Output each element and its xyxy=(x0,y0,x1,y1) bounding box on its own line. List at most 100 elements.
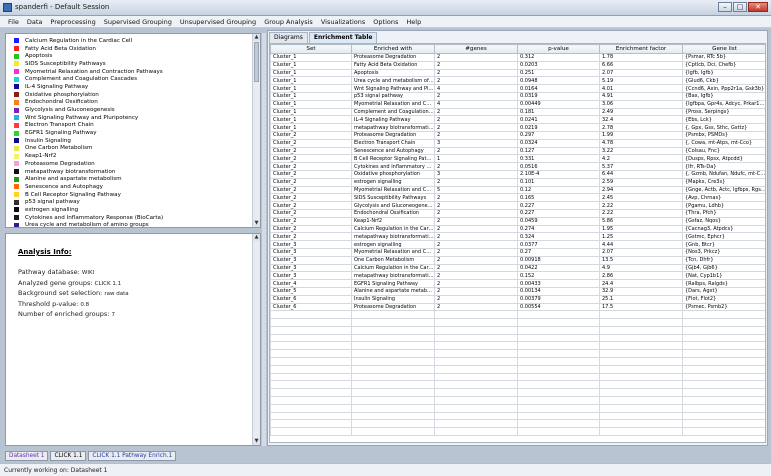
cell-enriched-with[interactable]: metapathway biotransformation xyxy=(351,232,435,242)
column-header-p-value[interactable]: p-value xyxy=(517,44,600,54)
cell-genes[interactable]: 2 xyxy=(434,201,518,210)
table-row[interactable]: Cluster_2 metapathway biotransformation 2 0… xyxy=(270,232,765,242)
cell-enriched-with[interactable]: estrogen signalling xyxy=(351,240,435,249)
cell-gene-list[interactable]: {Pgamu, Ldhb} xyxy=(682,201,765,210)
cell-enrichment-factor[interactable]: 13.5 xyxy=(599,255,683,265)
cell-p-value[interactable]: 0.227 xyxy=(517,208,600,218)
cell-enrichment-factor[interactable]: 2.07 xyxy=(599,247,683,257)
cell-enriched-with[interactable]: Calcium Regulation in the Card... xyxy=(351,263,435,273)
cell-set[interactable]: Cluster_2 xyxy=(270,232,352,242)
cell-enrichment-factor[interactable]: 3.22 xyxy=(599,146,683,156)
cell-genes[interactable]: 2 xyxy=(434,302,518,312)
pathway-list-item[interactable]: Apoptosis xyxy=(6,52,252,60)
cell-set[interactable]: Cluster_1 xyxy=(270,99,352,109)
cell-gene-list[interactable]: {Bax, Igfb} xyxy=(682,91,765,101)
cell-enriched-with[interactable]: Endochondral Ossification xyxy=(351,208,435,218)
cell-enriched-with[interactable]: Proteasome Degradation xyxy=(351,302,435,312)
cell-enrichment-factor[interactable]: 2.49 xyxy=(599,107,683,117)
cell-gene-list[interactable]: {Cacnag3, Atpdcs} xyxy=(682,224,765,234)
cell-enrichment-factor[interactable]: 2.59 xyxy=(599,177,683,187)
table-row[interactable]: Cluster_1 Proteasome Degradation 2 0.312 1.7… xyxy=(270,53,765,62)
cell-genes[interactable]: 2 xyxy=(434,255,518,265)
table-row[interactable]: Cluster_1 Wnt Signaling Pathway and Plur.… xyxy=(270,84,765,93)
pathway-list-item[interactable]: Keap1-Nrf2 xyxy=(6,152,252,160)
cell-gene-list[interactable]: {Psmar, RTc 5b} xyxy=(682,53,765,62)
pathway-list-item[interactable]: Electron Transport Chain xyxy=(6,122,252,130)
cell-genes[interactable]: 2 xyxy=(434,107,518,117)
cell-gene-list[interactable]: {Gjb4, Gjb6} xyxy=(682,263,765,273)
cell-set[interactable]: Cluster_4 xyxy=(270,279,352,288)
cell-p-value[interactable]: 0.0203 xyxy=(517,60,600,70)
cell-enrichment-factor[interactable]: 1.78 xyxy=(599,53,683,62)
cell-enrichment-factor[interactable]: 2.86 xyxy=(599,271,683,281)
table-row[interactable]: Cluster_1 Apoptosis 2 0.251 2.07 {Igfb, Igfb} xyxy=(270,68,765,78)
menu-help[interactable]: Help xyxy=(402,18,425,26)
cell-set[interactable]: Cluster_3 xyxy=(270,247,352,257)
cell-set[interactable]: Cluster_1 xyxy=(270,68,352,78)
table-row[interactable]: Cluster_6 Insulin Signaling 2 0.00379 25.1 {F… xyxy=(270,294,765,304)
table-row[interactable]: Cluster_3 One Carbon Metabolism 2 0.00918 13… xyxy=(270,255,765,265)
cell-genes[interactable]: 3 xyxy=(434,138,518,148)
cell-enrichment-factor[interactable]: 5.19 xyxy=(599,76,683,86)
datasheet-tab[interactable]: Datasheet 1 xyxy=(5,451,49,461)
cell-enriched-with[interactable]: Electron Transport Chain xyxy=(351,138,435,148)
table-row[interactable]: Cluster_6 Proteasome Degradation 2 0.00554 1… xyxy=(270,302,765,312)
cell-set[interactable]: Cluster_2 xyxy=(270,169,352,179)
tab-enrichment-table[interactable]: Enrichment Table xyxy=(308,32,378,43)
maximize-icon[interactable]: □ xyxy=(733,2,747,12)
menu-group-analysis[interactable]: Group Analysis xyxy=(260,18,317,26)
pathway-list-item[interactable]: EGFR1 Signaling Pathway xyxy=(6,129,252,137)
cell-set[interactable]: Cluster_2 xyxy=(270,193,352,203)
pathway-list-item[interactable]: Myometrial Relaxation and Contraction Pa… xyxy=(6,68,252,76)
cell-enrichment-factor[interactable]: 5.86 xyxy=(599,216,683,226)
cell-enrichment-factor[interactable]: 4.91 xyxy=(599,91,683,101)
menu-options[interactable]: Options xyxy=(369,18,402,26)
cell-enrichment-factor[interactable]: 24.4 xyxy=(599,279,683,288)
cell-enrichment-factor[interactable]: 25.1 xyxy=(599,294,683,304)
cell-genes[interactable]: 3 xyxy=(434,169,518,179)
cell-p-value[interactable]: 0.0219 xyxy=(517,123,600,132)
cell-enrichment-factor[interactable]: 2.45 xyxy=(599,193,683,203)
cell-gene-list[interactable]: {Flot, Flot2} xyxy=(682,294,765,304)
cell-p-value[interactable]: 0.101 xyxy=(517,177,600,187)
cell-set[interactable]: Cluster_2 xyxy=(270,162,352,171)
pathway-list-item[interactable]: p53 signal pathway xyxy=(6,198,252,206)
cell-p-value[interactable]: 0.0422 xyxy=(517,263,600,273)
pathway-list-item[interactable]: Complement and Coagulation Cascades xyxy=(6,75,252,83)
cell-p-value[interactable]: 0.27 xyxy=(517,247,600,257)
table-row[interactable]: Cluster_2 estrogen signalling 2 0.101 2.59 {M… xyxy=(270,177,765,187)
cell-set[interactable]: Cluster_2 xyxy=(270,130,352,140)
menu-preprocessing[interactable]: Preprocessing xyxy=(46,18,99,26)
cell-set[interactable]: Cluster_1 xyxy=(270,123,352,132)
cell-enriched-with[interactable]: estrogen signalling xyxy=(351,177,435,187)
datasheet-tab[interactable]: CLICK 1.1 xyxy=(50,451,87,461)
cell-enrichment-factor[interactable]: 2.22 xyxy=(599,208,683,218)
table-row[interactable]: Cluster_1 p53 signal pathway 2 0.0319 4.91 {B… xyxy=(270,91,765,101)
cell-enrichment-factor[interactable]: 1.25 xyxy=(599,232,683,242)
menu-unsupervised-grouping[interactable]: Unsupervised Grouping xyxy=(176,18,260,26)
cell-set[interactable]: Cluster_3 xyxy=(270,263,352,273)
cell-genes[interactable]: 1 xyxy=(434,154,518,164)
cell-gene-list[interactable]: {Gsfaz, Nqos} xyxy=(682,216,765,226)
cell-gene-list[interactable]: {Gstmc, Ephcr} xyxy=(682,232,765,242)
cell-set[interactable]: Cluster_1 xyxy=(270,53,352,62)
cell-p-value[interactable]: 0.00918 xyxy=(517,255,600,265)
table-row[interactable]: Cluster_3 estrogen signalling 2 0.0377 4.44{… xyxy=(270,240,765,249)
menu-data[interactable]: Data xyxy=(23,18,47,26)
cell-enrichment-factor[interactable]: 6.66 xyxy=(599,60,683,70)
table-row[interactable]: Cluster_1 Myometrial Relaxation and Cont.… xyxy=(270,99,765,109)
cell-enriched-with[interactable]: Complement and Coagulation ... xyxy=(351,107,435,117)
cell-enriched-with[interactable]: SIDS Susceptibility Pathways xyxy=(351,193,435,203)
cell-gene-list[interactable]: {Ifr, RTs-Da} xyxy=(682,162,765,171)
cell-gene-list[interactable]: {Ralbps, Ralgds} xyxy=(682,279,765,288)
cell-enrichment-factor[interactable]: 4.44 xyxy=(599,240,683,249)
cell-enrichment-factor[interactable]: 32.4 xyxy=(599,115,683,125)
cell-set[interactable]: Cluster_1 xyxy=(270,84,352,93)
scroll-thumb[interactable] xyxy=(254,42,259,82)
cell-gene-list[interactable]: {Nos3, Prkcz} xyxy=(682,247,765,257)
cell-genes[interactable]: 2 xyxy=(434,271,518,281)
cell-p-value[interactable]: 0.297 xyxy=(517,130,600,140)
cell-enriched-with[interactable]: Proteasome Degradation xyxy=(351,130,435,140)
cell-genes[interactable]: 2 xyxy=(434,68,518,78)
tab-diagrams[interactable]: Diagrams xyxy=(269,32,308,43)
